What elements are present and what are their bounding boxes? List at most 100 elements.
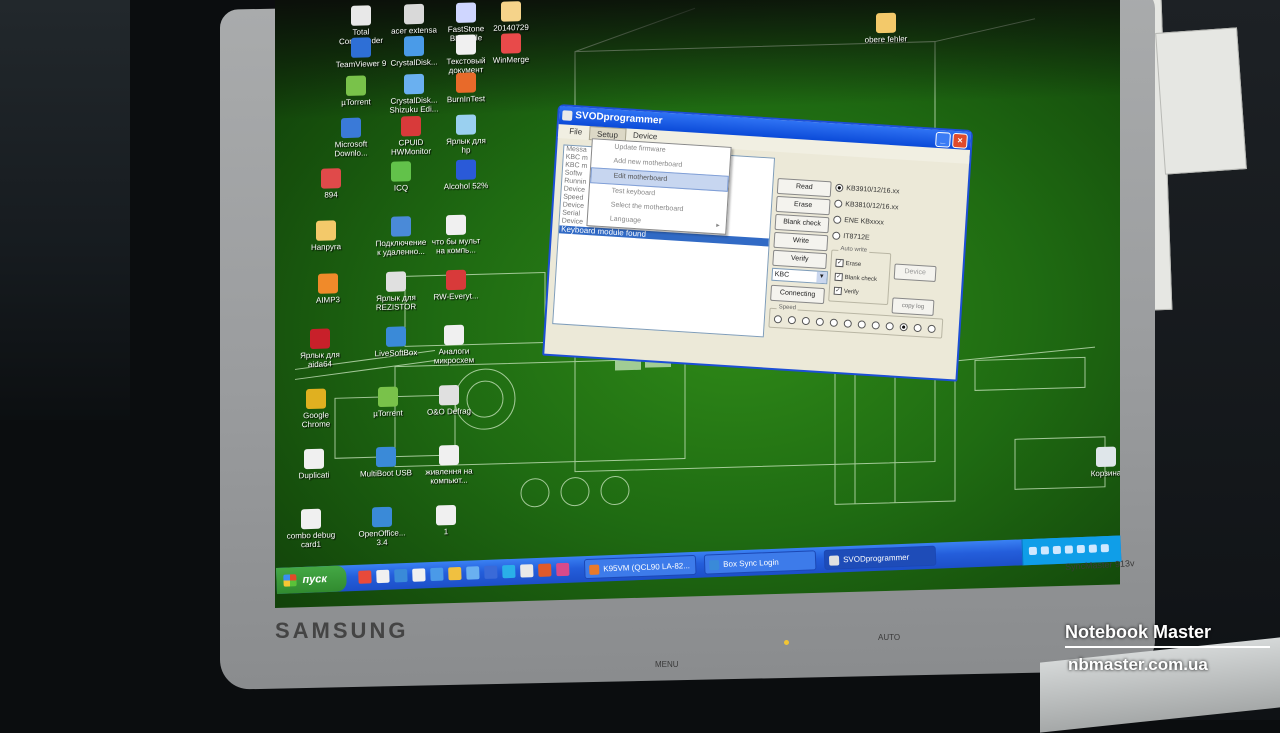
multicon-icon[interactable]: что бы мульт на компь... [425, 214, 487, 256]
quicklaunch-icon[interactable] [448, 566, 462, 581]
desktop-icon-label: Microsoft Downlo... [334, 139, 368, 159]
quicklaunch-icon[interactable] [466, 566, 480, 580]
winmerge-icon[interactable]: WinMerge [480, 33, 542, 66]
desktop-icon-label: Ярлык для aida64 [300, 350, 340, 370]
connect-remote-icon[interactable]: Подключение к удаленно... [370, 216, 432, 258]
multiboot-icon[interactable]: MultiBoot USB [355, 446, 417, 479]
oo-defrag-icon[interactable]: O&O Defrag [418, 384, 480, 417]
tray-icon[interactable] [1088, 544, 1098, 553]
quicklaunch-icon[interactable] [484, 565, 498, 580]
minimize-button[interactable]: _ [935, 131, 951, 148]
tray-icon[interactable] [1028, 546, 1038, 556]
file-1-glyph-icon [436, 504, 456, 526]
duplicati-icon[interactable]: Duplicati [283, 448, 345, 481]
date-folder-icon[interactable]: 20140729 [480, 1, 542, 34]
894-icon[interactable]: 894 [300, 168, 362, 201]
file-1-icon[interactable]: 1 [415, 504, 477, 537]
quicklaunch-icon[interactable] [556, 562, 570, 577]
verify-button[interactable]: Verify [772, 249, 828, 270]
device-button[interactable]: Device [893, 263, 937, 283]
aida64-icon[interactable]: Ярлык для aida64 [289, 328, 351, 370]
blank-check-button[interactable]: Blank check [774, 213, 830, 234]
connecting-button[interactable]: Connecting [770, 284, 825, 305]
utorrent-icon[interactable]: µTorrent [325, 75, 387, 108]
desktop-icon-label: Ярлык для hp [446, 136, 486, 155]
speed-radio[interactable] [885, 322, 896, 331]
folder-icon[interactable]: obere fehler [855, 12, 917, 45]
analogi-icon[interactable]: Аналоги микросхем [423, 324, 485, 366]
speed-radio[interactable] [815, 317, 827, 327]
folder-glyph-icon [876, 12, 896, 34]
task-k95vm[interactable]: K95VM (QCL90 LA-82... [583, 554, 697, 580]
utorrent-glyph-icon [346, 75, 366, 97]
chrome-icon[interactable]: Google Chrome [285, 388, 347, 430]
recycle-bin-label: Корзина [1090, 468, 1120, 479]
speed-radio[interactable] [829, 318, 841, 328]
quicklaunch-icon[interactable] [520, 564, 534, 578]
rezistor-icon[interactable]: Ярлык для REZISTOR [365, 271, 427, 313]
speed-radio[interactable] [927, 324, 938, 334]
microsoft-download-glyph-icon [341, 117, 361, 139]
chip-select[interactable]: KBC ▼ [771, 267, 829, 285]
microsoft-download-icon[interactable]: Microsoft Downlo... [320, 117, 382, 159]
speed-radio[interactable] [913, 323, 924, 333]
tray-icon[interactable] [1052, 545, 1062, 555]
copy-log-button[interactable]: copy log [891, 297, 935, 316]
monitor-auto-button[interactable]: AUTO [878, 633, 900, 642]
tray-icon[interactable] [1064, 545, 1074, 554]
burnintest-icon[interactable]: BurnInTest [435, 72, 497, 105]
speed-radio[interactable] [801, 316, 813, 326]
quicklaunch-icon[interactable] [394, 568, 408, 583]
start-button[interactable]: пуск [276, 565, 347, 594]
zhivlennya-icon[interactable]: живлення на компьют... [418, 444, 480, 486]
task-box-sync[interactable]: Box Sync Login [703, 550, 817, 575]
speed-radio[interactable] [773, 314, 785, 324]
cpuid-icon[interactable]: CPUID HWMonitor [380, 115, 442, 157]
quicklaunch-icon[interactable] [358, 570, 372, 584]
radio-dot [829, 318, 839, 327]
napruga-folder-icon[interactable]: Напруга [295, 220, 357, 253]
menu-file[interactable]: File [562, 124, 590, 140]
speed-radio[interactable] [843, 319, 855, 328]
icq-icon[interactable]: ICQ [370, 161, 432, 194]
radio-it8712[interactable]: IT8712E [832, 231, 870, 242]
quicklaunch-icon[interactable] [502, 564, 516, 579]
quicklaunch-icon[interactable] [430, 567, 444, 582]
write-button[interactable]: Write [773, 231, 829, 252]
quicklaunch-icon[interactable] [376, 569, 390, 584]
quicklaunch-icon[interactable] [412, 568, 426, 582]
livesoft-icon[interactable]: LiveSoftBox [365, 326, 427, 359]
speed-radio[interactable] [871, 321, 882, 330]
alcohol-icon[interactable]: Alcohol 52% [435, 159, 497, 192]
auto-verify-checkbox[interactable]: ✓ Verify [833, 286, 859, 297]
erase-button[interactable]: Erase [775, 195, 831, 216]
combo-debug-icon[interactable]: combo debug card1 [280, 508, 342, 550]
setup-dropdown-menu: Update firmware Add new motherboard Edit… [586, 138, 732, 235]
utorrent2-glyph-icon [378, 386, 398, 408]
close-button[interactable]: × [952, 132, 968, 149]
desktop-icon-label: MultiBoot USB [359, 468, 413, 479]
task-svodprogrammer[interactable]: SVODprogrammer [823, 545, 937, 570]
read-button[interactable]: Read [776, 177, 832, 198]
speed-radio[interactable] [787, 315, 799, 325]
radio-kb3810[interactable]: KB3810/12/16.xx [834, 199, 899, 212]
speed-radio[interactable] [857, 320, 869, 329]
auto-blank-check-checkbox[interactable]: ✓ Blank check [834, 272, 877, 284]
tray-icon[interactable] [1040, 546, 1050, 555]
radio-kb3910[interactable]: KB3910/12/16.xx [835, 183, 900, 196]
tray-icon[interactable] [1076, 544, 1086, 554]
shortcut-hp-icon[interactable]: Ярлык для hp [435, 114, 497, 156]
openoffice-icon[interactable]: OpenOffice... 3.4 [351, 506, 413, 548]
speed-radio[interactable] [899, 322, 910, 332]
monitor-menu-button[interactable]: MENU [655, 660, 679, 669]
recycle-bin-icon[interactable]: Корзина [1075, 446, 1120, 479]
desktop-icon-label: TeamViewer 9 [335, 58, 387, 70]
radio-ene[interactable]: ENE KBxxxx [833, 215, 884, 227]
aimp-icon[interactable]: AIMP3 [297, 273, 359, 306]
rw-everything-icon[interactable]: RW-Everyt... [425, 269, 487, 302]
quicklaunch-icon[interactable] [538, 563, 552, 577]
folder-label: obere fehler [864, 34, 908, 45]
auto-erase-checkbox[interactable]: ✓ Erase [835, 258, 861, 269]
tray-icon[interactable] [1100, 544, 1110, 553]
utorrent2-icon[interactable]: µTorrent [357, 386, 419, 419]
